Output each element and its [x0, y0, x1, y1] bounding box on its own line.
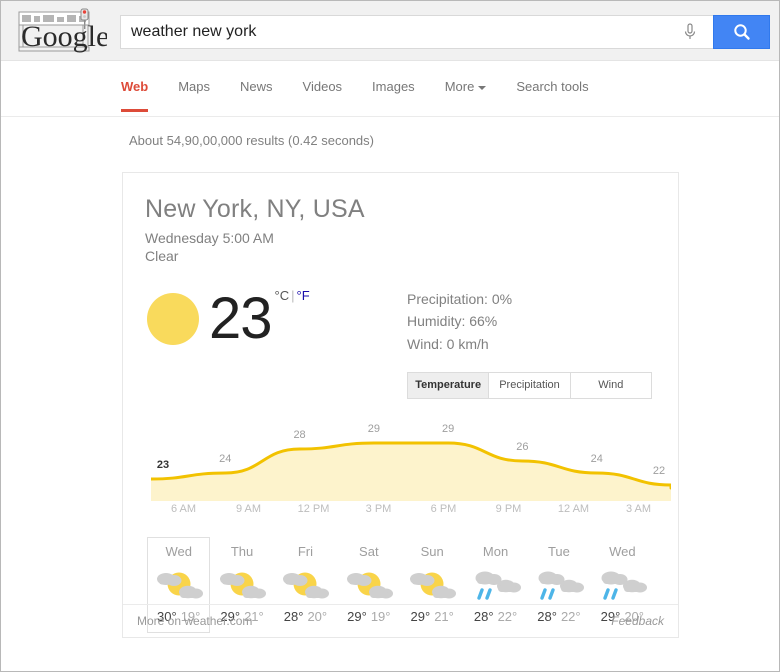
- rain-icon: [596, 564, 648, 606]
- partly-cloudy-icon: [402, 563, 463, 607]
- nav-item-label: Images: [372, 79, 415, 94]
- nav-item-maps[interactable]: Maps: [178, 79, 210, 112]
- axis-tick-label: 9 AM: [236, 503, 261, 515]
- rain-icon: [592, 563, 653, 607]
- precipitation-value: Precipitation: 0%: [407, 288, 656, 311]
- search-input[interactable]: weather new york: [120, 15, 713, 49]
- toggle-temperature[interactable]: Temperature: [407, 372, 488, 399]
- weather-card-body: New York, NY, USA Wednesday 5:00 AM Clea…: [123, 173, 678, 633]
- search-bar: weather new york: [120, 15, 770, 49]
- weather-card-footer: More on weather.com Feedback: [123, 604, 678, 637]
- weather-condition: Clear: [145, 248, 656, 264]
- google-doodle-icon: Google: [11, 5, 107, 57]
- nav-item-label: More: [445, 79, 475, 94]
- search-nav: Web Maps News Videos Images More Search …: [1, 61, 779, 117]
- axis-tick-label: 12 AM: [558, 503, 589, 515]
- search-button[interactable]: [713, 15, 770, 49]
- axis-tick-label: 12 PM: [298, 503, 330, 515]
- forecast-day-label: Sun: [402, 544, 463, 559]
- feedback-link[interactable]: Feedback: [611, 614, 664, 628]
- nav-item-news[interactable]: News: [240, 79, 273, 112]
- humidity-value: Humidity: 66%: [407, 310, 656, 333]
- nav-items: Web Maps News Videos Images More Search …: [121, 61, 779, 116]
- partly-cloudy-icon: [406, 564, 458, 606]
- forecast-day-label: Sat: [338, 544, 399, 559]
- nav-item-label: Search tools: [516, 79, 588, 94]
- axis-tick-label: 9 PM: [496, 503, 522, 515]
- rain-icon: [465, 563, 526, 607]
- microphone-icon[interactable]: [681, 21, 699, 43]
- more-on-weather-link[interactable]: More on weather.com: [137, 614, 252, 628]
- axis-tick-label: 6 AM: [171, 503, 196, 515]
- chart-x-axis: 6 AM 9 AM 12 PM 3 PM 6 PM 9 PM 12 AM 3 AM: [151, 503, 671, 527]
- toggle-label: Precipitation: [499, 379, 560, 391]
- temperature-chart-svg: [151, 417, 671, 501]
- partly-cloudy-icon: [211, 563, 272, 607]
- rain-icon: [470, 564, 522, 606]
- temperature-chart[interactable]: 2324282929262422: [151, 417, 671, 501]
- search-input-value: weather new york: [131, 24, 681, 40]
- chart-mode-toggle-group: Temperature Precipitation Wind: [407, 372, 652, 399]
- rain-icon: [528, 563, 589, 607]
- current-temperature: 23: [209, 292, 272, 345]
- browser-page: Google weather new york: [0, 0, 780, 672]
- partly-cloudy-icon: [148, 563, 209, 607]
- svg-text:Google: Google: [21, 20, 107, 53]
- result-stats: About 54,90,00,000 results (0.42 seconds…: [129, 133, 779, 148]
- sun-icon: [147, 293, 199, 345]
- unit-fahrenheit[interactable]: °F: [297, 288, 310, 303]
- unit-toggle: °C|°F: [275, 282, 310, 303]
- nav-item-web[interactable]: Web: [121, 79, 148, 112]
- toggle-wind[interactable]: Wind: [570, 372, 652, 399]
- forecast-day-label: Wed: [592, 544, 653, 559]
- axis-tick-label: 3 AM: [626, 503, 651, 515]
- partly-cloudy-icon: [216, 564, 268, 606]
- partly-cloudy-icon: [275, 563, 336, 607]
- forecast-day-label: Fri: [275, 544, 336, 559]
- nav-item-label: Maps: [178, 79, 210, 94]
- nav-item-search-tools[interactable]: Search tools: [516, 79, 588, 112]
- toggle-label: Wind: [598, 379, 623, 391]
- nav-item-images[interactable]: Images: [372, 79, 415, 112]
- current-temperature-group: 23 °C|°F: [145, 282, 395, 356]
- search-icon: [732, 22, 752, 42]
- partly-cloudy-icon: [338, 563, 399, 607]
- forecast-day-label: Mon: [465, 544, 526, 559]
- google-doodle-logo[interactable]: Google: [11, 5, 107, 57]
- weather-details: Precipitation: 0% Humidity: 66% Wind: 0 …: [395, 282, 656, 356]
- chevron-down-icon: [478, 86, 486, 90]
- nav-item-label: Videos: [303, 79, 343, 94]
- weather-card: New York, NY, USA Wednesday 5:00 AM Clea…: [122, 172, 679, 638]
- nav-item-more[interactable]: More: [445, 79, 487, 112]
- partly-cloudy-icon: [279, 564, 331, 606]
- forecast-day-label: Thu: [211, 544, 272, 559]
- wind-value: Wind: 0 km/h: [407, 333, 656, 356]
- rain-icon: [533, 564, 585, 606]
- weather-time: Wednesday 5:00 AM: [145, 230, 656, 246]
- toggle-label: Temperature: [415, 379, 481, 391]
- partly-cloudy-icon: [343, 564, 395, 606]
- axis-tick-label: 6 PM: [431, 503, 457, 515]
- partly-cloudy-icon: [153, 564, 205, 606]
- toggle-precipitation[interactable]: Precipitation: [488, 372, 569, 399]
- unit-separator: |: [291, 288, 294, 303]
- axis-tick-label: 3 PM: [366, 503, 392, 515]
- nav-item-label: Web: [121, 79, 148, 94]
- nav-item-label: News: [240, 79, 273, 94]
- forecast-day-label: Tue: [528, 544, 589, 559]
- search-header: Google weather new york: [1, 1, 779, 61]
- page-title: New York, NY, USA: [145, 195, 656, 224]
- current-conditions: 23 °C|°F Precipitation: 0% Humidity: 66%…: [145, 282, 656, 356]
- forecast-day-label: Wed: [148, 544, 209, 559]
- unit-celsius[interactable]: °C: [275, 288, 290, 303]
- nav-item-videos[interactable]: Videos: [303, 79, 343, 112]
